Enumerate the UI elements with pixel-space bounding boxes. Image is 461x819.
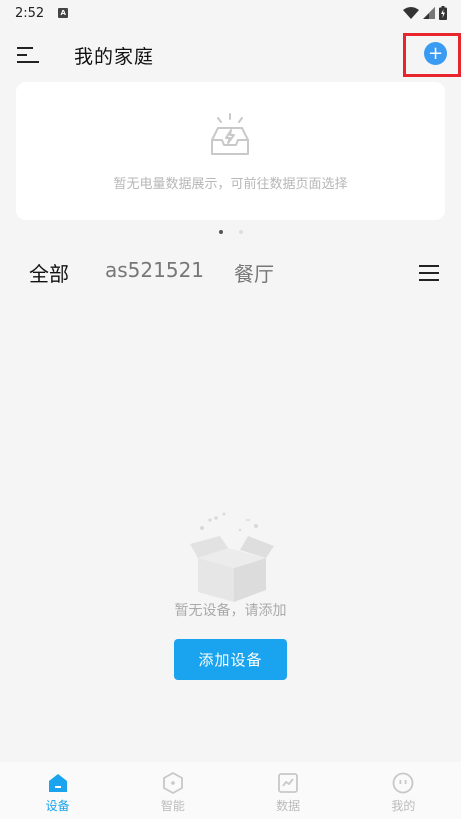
status-time: 2:52 <box>15 5 45 21</box>
tab-all[interactable]: 全部 <box>29 258 69 287</box>
energy-empty-text: 暂无电量数据展示，可前往数据页面选择 <box>113 177 348 192</box>
nav-label-devices: 设备 <box>45 799 70 813</box>
add-icon[interactable]: + <box>424 42 447 65</box>
nav-label-data: 数据 <box>276 799 301 813</box>
profile-face-icon <box>392 772 414 794</box>
menu-icon[interactable] <box>17 45 41 65</box>
empty-box-icon <box>190 512 274 602</box>
app-bar: 我的家庭 + <box>0 26 461 82</box>
battery-icon <box>439 6 447 20</box>
page-indicator <box>0 230 461 234</box>
nav-item-me[interactable]: 我的 <box>346 762 461 819</box>
device-home-icon <box>48 774 67 792</box>
add-device-button[interactable]: 添加设备 <box>174 639 287 680</box>
empty-tray-icon <box>211 113 249 155</box>
signal-icon <box>423 7 435 19</box>
status-icons <box>403 6 447 20</box>
tab-as521521[interactable]: as521521 <box>105 258 204 282</box>
data-chart-icon <box>278 773 299 793</box>
nav-item-data[interactable]: 数据 <box>231 762 346 819</box>
room-tabs: 全部 as521521 餐厅 <box>0 258 461 290</box>
notification-badge-icon: A <box>58 8 69 18</box>
nav-label-me: 我的 <box>391 799 416 813</box>
status-left: 2:52 A <box>15 5 69 21</box>
tab-dining-room[interactable]: 餐厅 <box>234 258 274 287</box>
nav-item-devices[interactable]: 设备 <box>0 762 115 819</box>
bottom-nav: 设备 智能 数据 我的 <box>0 762 461 819</box>
room-list-menu-icon[interactable] <box>419 265 439 281</box>
wifi-icon <box>403 7 419 19</box>
page-title: 我的家庭 <box>74 46 155 68</box>
page-dot-active <box>218 230 223 234</box>
nav-label-smart: 智能 <box>160 799 185 813</box>
nav-item-smart[interactable]: 智能 <box>115 762 230 819</box>
energy-card: 暂无电量数据展示，可前往数据页面选择 <box>16 82 445 220</box>
page-dot <box>238 230 243 234</box>
status-bar: 2:52 A <box>0 0 461 26</box>
smart-hexagon-icon <box>162 771 183 795</box>
empty-state-text: 暂无设备，请添加 <box>174 603 287 619</box>
